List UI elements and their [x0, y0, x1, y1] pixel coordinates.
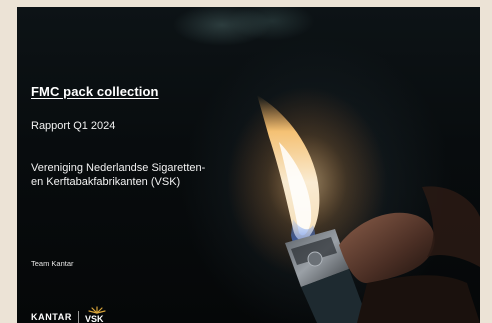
- footer-logos: KANTAR VSK: [31, 306, 106, 323]
- organization-line-1: Vereniging Nederlandse Sigaretten-: [31, 162, 206, 174]
- page-frame: FMC pack collection Rapport Q1 2024 Vere…: [0, 0, 492, 323]
- vsk-logo: VSK: [84, 306, 106, 323]
- vsk-logo-text: VSK: [84, 314, 104, 323]
- organization-line-2: en Kerftabakfabrikanten (VSK): [31, 176, 181, 188]
- report-period: Rapport Q1 2024: [31, 120, 116, 132]
- title-slide: FMC pack collection Rapport Q1 2024 Vere…: [17, 7, 480, 323]
- team-label: Team Kantar: [31, 259, 74, 268]
- organization-name: Vereniging Nederlandse Sigaretten- en Ke…: [31, 161, 291, 189]
- slide-title: FMC pack collection: [31, 84, 159, 99]
- vsk-sun-icon: [88, 306, 106, 314]
- logo-divider: [77, 311, 79, 323]
- kantar-logo: KANTAR: [31, 312, 72, 322]
